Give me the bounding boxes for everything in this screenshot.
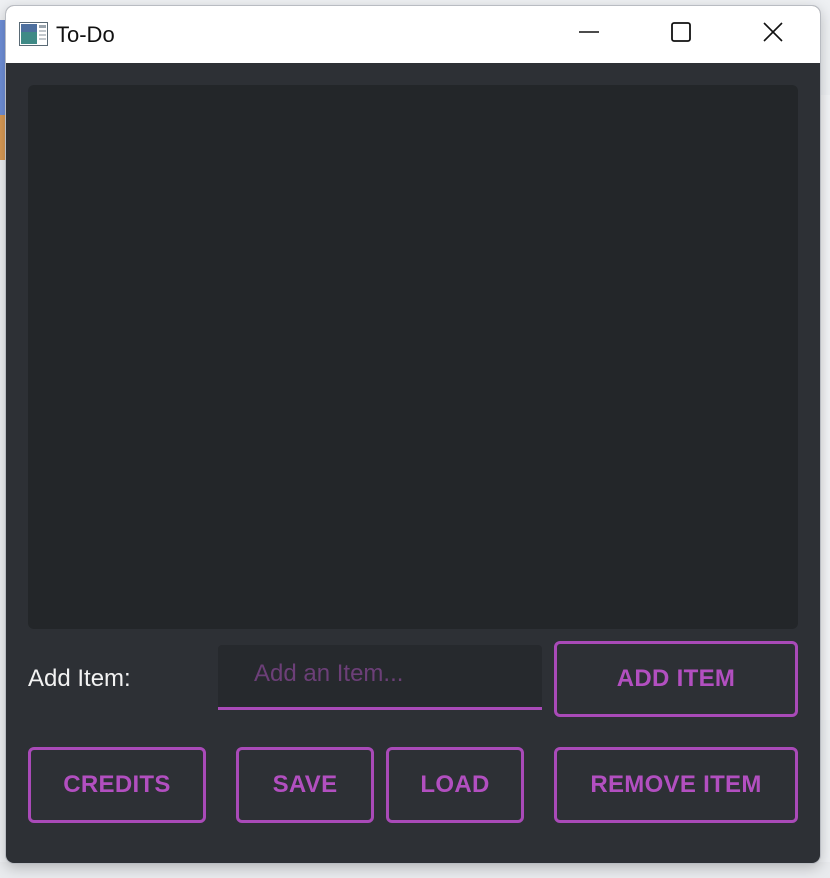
title-bar[interactable]: To-Do [6,6,820,63]
close-button[interactable] [727,6,819,63]
maximize-button[interactable] [635,6,727,63]
todo-window: To-Do Add Item: Add an Item... ADD ITEM … [6,6,820,863]
add-item-button[interactable]: ADD ITEM [554,641,798,717]
todo-list[interactable] [28,85,798,629]
minimize-button[interactable] [543,6,635,63]
save-button[interactable]: SAVE [236,747,374,823]
minimize-icon [579,22,599,47]
app-window-icon [19,22,48,46]
background-desktop-bottom [0,862,830,878]
add-item-label: Add Item: [28,665,131,692]
close-icon [763,22,783,47]
background-window-edge [819,95,830,720]
credits-button[interactable]: CREDITS [28,747,206,823]
maximize-icon [671,22,691,47]
remove-item-button[interactable]: REMOVE ITEM [554,747,798,823]
load-button[interactable]: LOAD [386,747,524,823]
window-title: To-Do [56,22,115,47]
add-item-input[interactable] [218,645,542,707]
add-item-field[interactable] [218,645,542,710]
